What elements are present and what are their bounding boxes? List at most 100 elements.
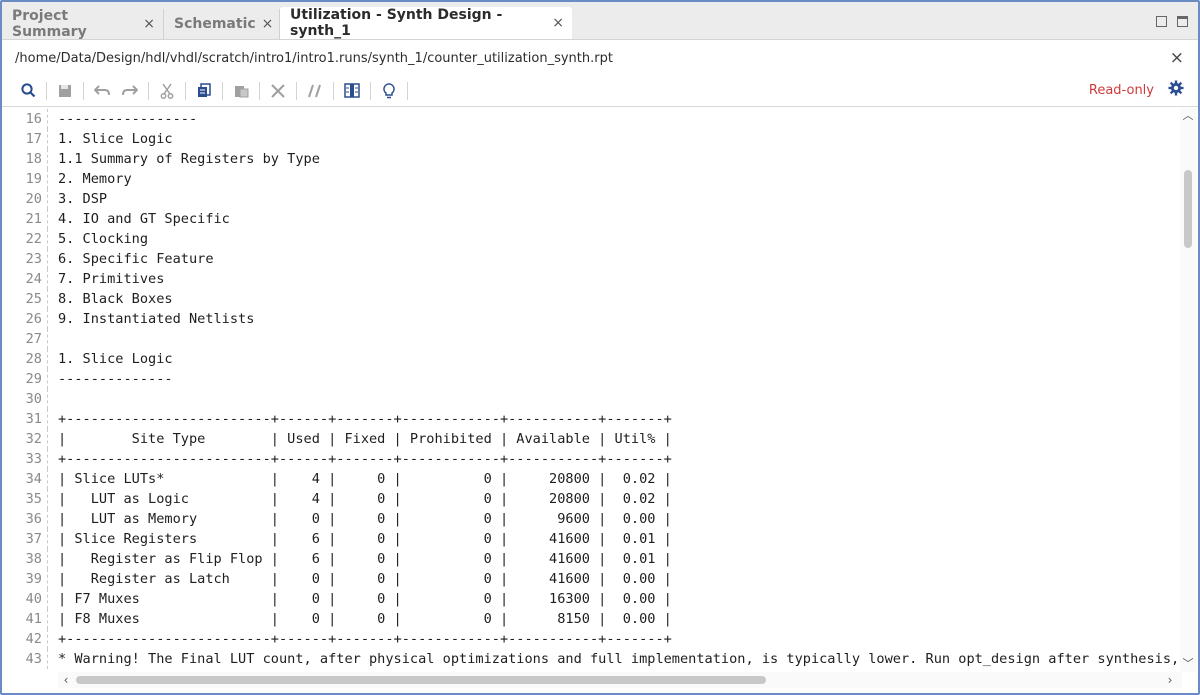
cut-icon[interactable] [153, 79, 181, 103]
line-text: | LUT as Logic | 4 | 0 | 0 | 20800 | 0.0… [58, 491, 672, 507]
line-number: 40 [25, 591, 42, 607]
code-line: 33 +-------------------------+------+----… [2, 449, 1180, 469]
gutter-divider [47, 589, 48, 609]
code-line: 36 | LUT as Memory | 0 | 0 | 0 | 9600 | 0… [2, 509, 1180, 529]
code-line: 29 -------------- [2, 369, 1180, 389]
gutter-divider [47, 469, 48, 489]
float-icon[interactable] [1177, 16, 1188, 27]
code-line: 40 | F7 Muxes | 0 | 0 | 0 | 16300 | 0.00 … [2, 589, 1180, 609]
lightbulb-icon[interactable] [375, 79, 403, 103]
scroll-left-icon[interactable]: ‹ [58, 672, 74, 688]
toolbar-separator [407, 81, 408, 100]
comment-icon[interactable] [301, 79, 329, 103]
horizontal-scroll-thumb[interactable] [76, 676, 766, 684]
line-number: 20 [25, 191, 42, 207]
close-icon[interactable]: × [1170, 48, 1184, 68]
line-text: -------------- [58, 371, 173, 387]
code-line: 25 8. Black Boxes [2, 289, 1180, 309]
line-text: 1. Slice Logic [58, 351, 173, 367]
delete-icon[interactable] [264, 79, 292, 103]
copy-icon[interactable] [190, 79, 218, 103]
gutter-divider [47, 169, 48, 189]
code-line: 32 | Site Type | Used | Fixed | Prohibite… [2, 429, 1180, 449]
line-text: | LUT as Memory | 0 | 0 | 0 | 9600 | 0.0… [58, 511, 672, 527]
line-number: 18 [25, 151, 42, 167]
code-line: 26 9. Instantiated Netlists [2, 309, 1180, 329]
readonly-label: Read-only [1088, 83, 1154, 98]
code-line: 21 4. IO and GT Specific [2, 209, 1180, 229]
close-icon[interactable]: × [256, 16, 274, 32]
line-number: 33 [25, 451, 42, 467]
gutter-divider [47, 389, 48, 409]
toolbar-separator [333, 81, 334, 100]
line-text: * Warning! The Final LUT count, after ph… [58, 651, 1180, 667]
line-number: 31 [25, 411, 42, 427]
gutter-divider [47, 329, 48, 349]
code-line: 27 [2, 329, 1180, 349]
gutter-divider [47, 569, 48, 589]
tab-utilization-synth[interactable]: Utilization - Synth Design - synth_1 × [280, 7, 572, 39]
line-number: 19 [25, 171, 42, 187]
toolbar-separator [222, 81, 223, 100]
code-line: 41 | F8 Muxes | 0 | 0 | 0 | 8150 | 0.00 | [2, 609, 1180, 629]
line-text: ----------------- [58, 111, 198, 127]
redo-icon[interactable] [116, 79, 144, 103]
save-icon[interactable] [51, 79, 79, 103]
line-number: 22 [25, 231, 42, 247]
code-line: 20 3. DSP [2, 189, 1180, 209]
line-number: 29 [25, 371, 42, 387]
line-text: 9. Instantiated Netlists [58, 311, 255, 327]
tab-schematic[interactable]: Schematic × [164, 9, 280, 39]
line-text: | Register as Latch | 0 | 0 | 0 | 41600 … [58, 571, 672, 587]
scroll-up-icon[interactable]: ︿ [1180, 108, 1196, 124]
gear-icon[interactable] [1168, 80, 1184, 101]
line-number: 41 [25, 611, 42, 627]
close-icon[interactable]: × [137, 16, 155, 32]
horizontal-scrollbar[interactable]: ‹ › [58, 672, 1182, 688]
tab-label: Project Summary [12, 8, 87, 40]
undo-icon[interactable] [88, 79, 116, 103]
tab-label: Schematic [174, 16, 256, 32]
line-number: 23 [25, 251, 42, 267]
code-line: 31 +-------------------------+------+----… [2, 409, 1180, 429]
gutter-divider [47, 309, 48, 329]
search-icon[interactable] [14, 79, 42, 103]
gutter-divider [47, 429, 48, 449]
gutter-divider [47, 509, 48, 529]
line-text: 3. DSP [58, 191, 108, 207]
gutter-divider [47, 649, 48, 669]
tab-label: Utilization - Synth Design - synth_1 [290, 7, 503, 39]
vertical-scrollbar[interactable]: ︿ ﹀ [1180, 108, 1196, 672]
close-icon[interactable]: × [546, 15, 564, 31]
gutter-divider [47, 529, 48, 549]
gutter-divider [47, 409, 48, 429]
columns-icon[interactable] [338, 79, 366, 103]
maximize-icon[interactable] [1156, 16, 1167, 27]
tab-project-summary[interactable]: Project Summary × [2, 8, 164, 40]
code-line: 39 | Register as Latch | 0 | 0 | 0 | 4160… [2, 569, 1180, 589]
gutter-divider [47, 109, 48, 129]
line-text: +-------------------------+------+------… [58, 631, 672, 647]
gutter-divider [47, 449, 48, 469]
gutter-divider [47, 549, 48, 569]
line-number: 36 [25, 511, 42, 527]
line-number: 39 [25, 571, 42, 587]
gutter-divider [47, 269, 48, 289]
scroll-right-icon[interactable]: › [1162, 672, 1178, 688]
line-text: 4. IO and GT Specific [58, 211, 230, 227]
line-text: | F8 Muxes | 0 | 0 | 0 | 8150 | 0.00 | [58, 611, 672, 627]
line-number: 25 [25, 291, 42, 307]
scroll-down-icon[interactable]: ﹀ [1180, 656, 1196, 672]
code-line: 30 [2, 389, 1180, 409]
line-text: 8. Black Boxes [58, 291, 173, 307]
toolbar-separator [148, 81, 149, 100]
window-controls [1156, 16, 1188, 27]
line-number: 42 [25, 631, 42, 647]
paste-icon[interactable] [227, 79, 255, 103]
line-number: 17 [25, 131, 42, 147]
report-text-editor[interactable]: 16 ----------------- 17 1. Slice Logic 18 1.1… [2, 108, 1180, 672]
line-number: 28 [25, 351, 42, 367]
toolbar-separator [83, 81, 84, 100]
line-number: 16 [25, 111, 42, 127]
vertical-scroll-thumb[interactable] [1184, 170, 1192, 248]
